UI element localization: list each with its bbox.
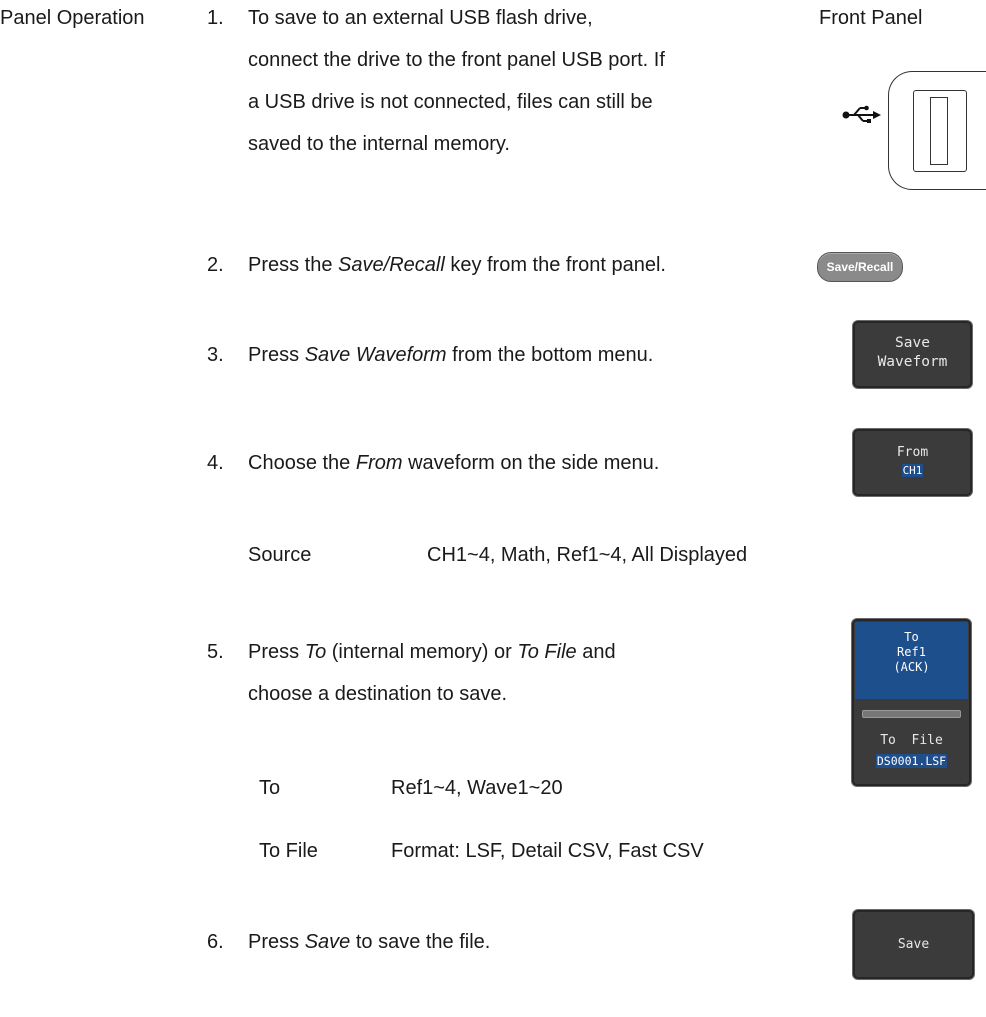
softkey-divider <box>862 710 961 718</box>
usb-icon <box>842 105 881 123</box>
step-text: Press Save Waveform from the bottom menu… <box>248 344 654 366</box>
softkey-value: CH1 <box>901 464 924 477</box>
param-value-source: CH1~4, Math, Ref1~4, All Displayed <box>427 544 748 566</box>
softkey-ack: (ACK) <box>893 660 930 674</box>
save-softkey[interactable]: Save <box>852 909 975 980</box>
step-number: 1. <box>207 7 224 29</box>
softkey-label: To <box>904 630 919 644</box>
usb-port-slot <box>930 97 948 165</box>
step-number: 4. <box>207 452 224 474</box>
softkey-value: DS0001.LSF <box>875 754 948 768</box>
param-value-to-file: Format: LSF, Detail CSV, Fast CSV <box>391 840 704 862</box>
panel-operation-heading: Panel Operation <box>0 7 145 29</box>
step-text-line: saved to the internal memory. <box>248 133 510 155</box>
param-label-to: To <box>259 777 281 799</box>
step-number: 5. <box>207 641 224 663</box>
step-text-line: a USB drive is not connected, files can … <box>248 91 653 113</box>
step-text-line: To save to an external USB flash drive, <box>248 7 593 29</box>
softkey-label-line: Waveform <box>877 354 948 370</box>
save-recall-key[interactable]: Save/Recall <box>817 252 903 282</box>
param-value-to: Ref1~4, Wave1~20 <box>391 777 563 799</box>
step-text: Press the Save/Recall key from the front… <box>248 254 666 276</box>
from-softkey[interactable]: From CH1 <box>852 428 973 497</box>
softkey-label-line: Save <box>895 335 930 351</box>
param-label-to-file: To File <box>259 840 318 862</box>
to-selection[interactable]: To Ref1 (ACK) <box>855 622 968 699</box>
param-label-source: Source <box>248 544 312 566</box>
front-panel-label: Front Panel <box>819 7 923 29</box>
save-waveform-softkey[interactable]: Save Waveform <box>852 320 973 389</box>
step-number: 3. <box>207 344 224 366</box>
step-number: 2. <box>207 254 224 276</box>
step-text-line: connect the drive to the front panel USB… <box>248 49 665 71</box>
step-text: Press Save to save the file. <box>248 931 491 953</box>
to-file-selection[interactable]: To File DS0001.LSF <box>852 731 971 772</box>
step-text: Choose the From waveform on the side men… <box>248 452 660 474</box>
softkey-label: From <box>896 445 929 460</box>
softkey-label: To File <box>880 733 943 748</box>
step-text-line: choose a destination to save. <box>248 683 508 705</box>
to-softkey[interactable]: To Ref1 (ACK) To File DS0001.LSF <box>851 618 972 787</box>
step-text: Press To (internal memory) or To File an… <box>248 641 616 663</box>
softkey-ref: Ref1 <box>897 645 926 659</box>
step-number: 6. <box>207 931 224 953</box>
